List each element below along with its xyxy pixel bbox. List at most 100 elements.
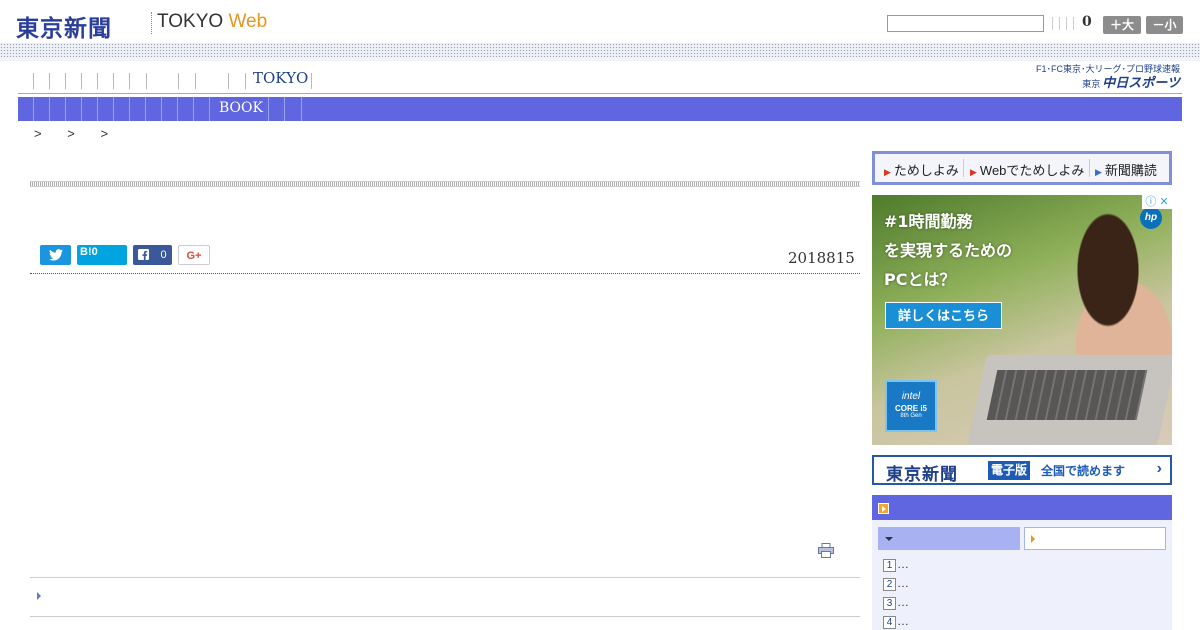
digital-edition-text: 全国で読めます (1041, 464, 1126, 478)
facebook-icon (138, 249, 150, 260)
rank-number: 3 (883, 597, 896, 610)
category-nav-item[interactable] (81, 97, 82, 121)
hp-logo-icon: hp (1140, 207, 1162, 229)
rank-text: … (897, 576, 909, 590)
nav-top-item[interactable] (81, 73, 82, 89)
nav-top-item[interactable] (33, 73, 34, 89)
subscribe-divider (1089, 159, 1090, 177)
nav-divider (18, 93, 1182, 95)
ranking-tab-active[interactable] (878, 527, 1020, 550)
category-nav-item[interactable] (49, 97, 50, 121)
breadcrumb-separator: > (34, 126, 42, 141)
category-nav-item[interactable] (129, 97, 130, 121)
header-under-band (0, 57, 1200, 61)
intel-core-badge: intel CORE i5 8th Gen (885, 380, 937, 432)
digital-edition-logo: 東京新聞 (886, 465, 958, 485)
ranking-header-icon (878, 503, 889, 514)
nav-top-item[interactable] (195, 73, 196, 89)
digital-edition-tag: 電子版 (988, 461, 1031, 480)
nav-top-item[interactable] (146, 73, 147, 89)
tokyo-web-logo-accent: Web (228, 11, 268, 32)
category-nav-item[interactable] (113, 97, 114, 121)
ad-headline-line: PCとは？ (884, 270, 956, 289)
intel-badge-gen: 8th Gen (900, 413, 922, 419)
category-nav-item[interactable] (268, 97, 269, 121)
rank-number: 4 (883, 616, 896, 629)
nav-top-item[interactable] (245, 73, 246, 89)
nav-top-item[interactable] (228, 73, 229, 89)
related-link-arrow-icon[interactable] (37, 592, 41, 600)
ranking-tab[interactable] (1024, 527, 1166, 550)
breadcrumb-separator: > (67, 126, 75, 141)
article-footer-rule (30, 577, 860, 578)
rank-number: 1 (883, 559, 896, 572)
rank-text: … (897, 595, 909, 609)
sports-link-logo: 東京 中日スポーツ (1015, 75, 1180, 92)
search-input[interactable] (887, 15, 1044, 32)
ad-headline: #1時間勤務 を実現するための PCとは？ (884, 207, 1012, 294)
ranking-header (872, 495, 1172, 520)
category-nav-item[interactable] (177, 97, 178, 121)
trial-reading-link[interactable]: ▶ ためしよみ (884, 160, 959, 179)
category-nav-item[interactable] (145, 97, 146, 121)
chunichi-sports-link[interactable]: F1･FC東京･大リーグ･プロ野球速報 東京 中日スポーツ (1015, 64, 1180, 92)
tokyo-web-logo[interactable]: TOKYO Web (157, 11, 267, 33)
ad-headline-line: #1時間勤務 (884, 212, 973, 231)
twitter-share-button[interactable] (40, 245, 71, 265)
chevron-right-icon: › (1156, 460, 1162, 477)
google-plus-share-button[interactable]: G+ (178, 245, 210, 265)
nav-item-tokyo[interactable]: TOKYO (253, 69, 308, 87)
facebook-share-button[interactable]: 0 (133, 245, 172, 265)
ranking-item[interactable]: 2… (883, 576, 909, 592)
tokyo-web-logo-text: TOKYO (157, 11, 224, 32)
subscribe-label: 新聞購読 (1104, 163, 1157, 178)
hatena-count: 0 (91, 246, 98, 258)
nav-top-item[interactable] (97, 73, 98, 89)
category-nav-item[interactable] (97, 97, 98, 121)
ad-choices-close-icon[interactable]: ⓘ ✕ (1142, 195, 1172, 209)
ranking-item[interactable]: 1… (883, 557, 909, 573)
site-header: 東京新聞 TOKYO Web 0 ＋大 －小 (0, 0, 1200, 46)
font-size-value: 0 (1082, 14, 1092, 30)
breadcrumb-separator: > (100, 126, 109, 141)
category-nav-item[interactable] (161, 97, 162, 121)
print-icon[interactable] (818, 543, 834, 558)
arrow-right-icon: ▶ (1095, 167, 1102, 177)
hatena-bookmark-button[interactable]: B!0 (77, 245, 127, 265)
ranking-item[interactable]: 3… (883, 595, 909, 611)
subscribe-link[interactable]: ▶ 新聞購読 (1095, 160, 1157, 179)
article-footer-rule (30, 616, 860, 617)
category-nav-item[interactable] (65, 97, 66, 121)
intel-badge-model: CORE i5 (894, 404, 927, 413)
category-nav-item[interactable] (284, 97, 285, 121)
category-nav-book[interactable]: BOOK (219, 100, 263, 116)
nav-top-item[interactable] (65, 73, 66, 89)
ad-cta-button[interactable]: 詳しくはこちら (885, 302, 1002, 329)
web-trial-reading-link[interactable]: ▶ Webでためしよみ (970, 160, 1084, 179)
nav-top-row: TOKYO (18, 68, 1018, 92)
twitter-icon (48, 249, 63, 261)
article-date: 2018815 (788, 249, 855, 267)
font-small-button[interactable]: －小 (1146, 16, 1183, 34)
site-logo[interactable]: 東京新聞 (16, 9, 112, 43)
sports-link-title: 中日スポーツ (1102, 75, 1180, 90)
digital-edition-banner[interactable]: 東京新聞 電子版 全国で読めます › (872, 455, 1172, 485)
category-nav-item[interactable] (209, 97, 210, 121)
nav-top-item[interactable] (129, 73, 130, 89)
nav-top-item[interactable] (311, 73, 312, 89)
web-trial-reading-label: Webでためしよみ (979, 163, 1085, 178)
font-large-button[interactable]: ＋大 (1103, 16, 1141, 34)
category-nav-item[interactable] (33, 97, 34, 121)
nav-top-item[interactable] (49, 73, 50, 89)
category-nav-item[interactable] (301, 97, 302, 121)
subscribe-divider (963, 159, 964, 177)
nav-top-item[interactable] (113, 73, 114, 89)
hp-advertisement[interactable]: #1時間勤務 を実現するための PCとは？ 詳しくはこちら intel CORE… (872, 195, 1172, 445)
article-header-underline (30, 273, 860, 274)
ranking-item[interactable]: 4… (883, 614, 909, 630)
nav-top-item[interactable] (178, 73, 179, 89)
category-nav-item[interactable] (193, 97, 194, 121)
arrow-right-icon (1031, 535, 1035, 543)
logo-divider (151, 12, 152, 34)
ranking-panel: 1… 2… 3… 4… (872, 520, 1172, 630)
